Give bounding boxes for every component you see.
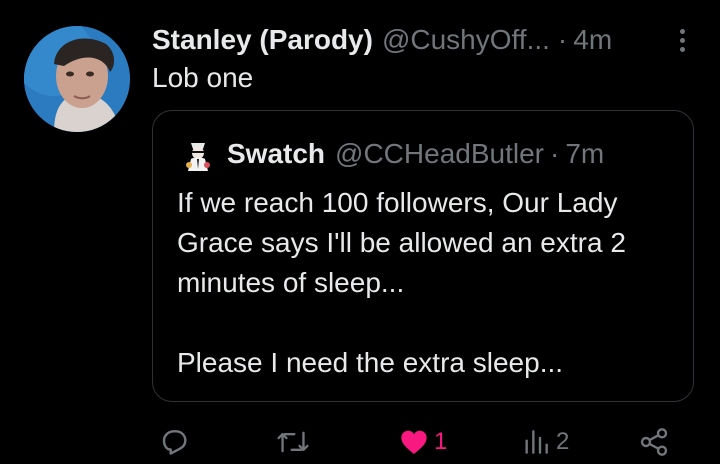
like-count: 1 bbox=[434, 428, 448, 455]
action-bar: 1 2 bbox=[0, 420, 720, 464]
quoted-post-time[interactable]: 7m bbox=[565, 138, 604, 170]
reply-button[interactable] bbox=[158, 426, 190, 458]
quoted-post[interactable]: Swatch @CCHeadButler · 7m If we reach 10… bbox=[152, 110, 694, 402]
quoted-post-header: Swatch @CCHeadButler · 7m bbox=[179, 135, 604, 173]
share-button[interactable] bbox=[638, 426, 670, 458]
quoted-post-text: If we reach 100 followers, Our Lady Grac… bbox=[177, 183, 677, 383]
quoted-text-line: Please I need the extra sleep... bbox=[177, 347, 564, 378]
like-button[interactable]: 1 bbox=[398, 426, 447, 458]
post-text: Lob one bbox=[152, 62, 254, 93]
repost-icon bbox=[277, 431, 309, 453]
repost-button[interactable] bbox=[276, 426, 310, 458]
separator-dot: · bbox=[549, 138, 560, 169]
quoted-user-handle[interactable]: @CCHeadButler bbox=[335, 138, 544, 170]
reply-icon bbox=[162, 430, 187, 455]
avatar[interactable] bbox=[24, 26, 130, 132]
views-icon bbox=[525, 430, 548, 454]
avatar-photo bbox=[24, 26, 130, 132]
display-name[interactable]: Stanley (Parody) bbox=[152, 24, 373, 56]
heart-filled-icon bbox=[401, 430, 427, 454]
more-vertical-icon[interactable] bbox=[672, 24, 692, 56]
user-handle[interactable]: @CushyOff... bbox=[382, 24, 550, 56]
quoted-text-line: If we reach 100 followers, Our Lady bbox=[177, 187, 618, 218]
tweet: Stanley (Parody) @CushyOff... · 4m Lob o… bbox=[0, 0, 720, 461]
quoted-text-line: Grace says I'll be allowed an extra 2 bbox=[177, 227, 626, 258]
separator-dot: · bbox=[557, 24, 568, 55]
post-header: Stanley (Parody) @CushyOff... · 4m bbox=[152, 22, 612, 58]
quoted-avatar[interactable] bbox=[179, 135, 217, 173]
post-time[interactable]: 4m bbox=[573, 24, 612, 56]
views-count: 2 bbox=[556, 428, 570, 455]
share-icon bbox=[640, 428, 668, 456]
views-button[interactable]: 2 bbox=[520, 426, 569, 458]
quoted-display-name[interactable]: Swatch bbox=[227, 138, 325, 170]
quoted-text-line: minutes of sleep... bbox=[177, 267, 405, 298]
